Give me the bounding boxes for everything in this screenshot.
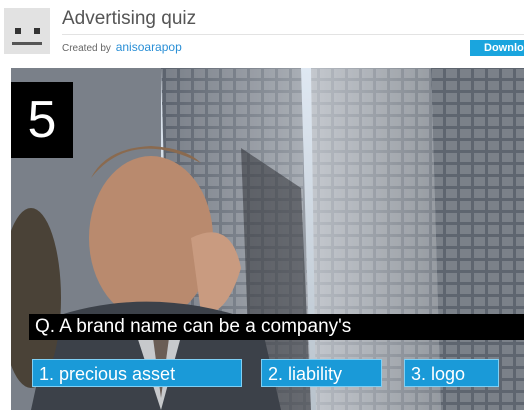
author-link[interactable]: anisoarapop	[116, 40, 182, 54]
answer-option-2[interactable]: 2. liability	[261, 359, 382, 387]
created-by-line: Created by anisoarapop	[62, 40, 182, 54]
quiz-header: Advertising quiz Created by anisoarapop …	[0, 0, 524, 68]
question-text: Q. A brand name can be a company's	[29, 314, 524, 340]
download-button[interactable]: Download	[470, 40, 524, 56]
avatar[interactable]	[4, 8, 50, 54]
question-counter: 5	[11, 82, 73, 158]
answer-option-1[interactable]: 1. precious asset	[32, 359, 242, 387]
avatar-mouth	[12, 42, 42, 45]
answer-option-3[interactable]: 3. logo	[404, 359, 499, 387]
header-divider	[62, 34, 524, 35]
quiz-slide: 5 Q. A brand name can be a company's 1. …	[11, 68, 524, 410]
avatar-eye-right	[34, 28, 40, 34]
created-by-label: Created by	[62, 43, 111, 54]
avatar-eye-left	[15, 28, 21, 34]
quiz-title[interactable]: Advertising quiz	[62, 8, 196, 30]
